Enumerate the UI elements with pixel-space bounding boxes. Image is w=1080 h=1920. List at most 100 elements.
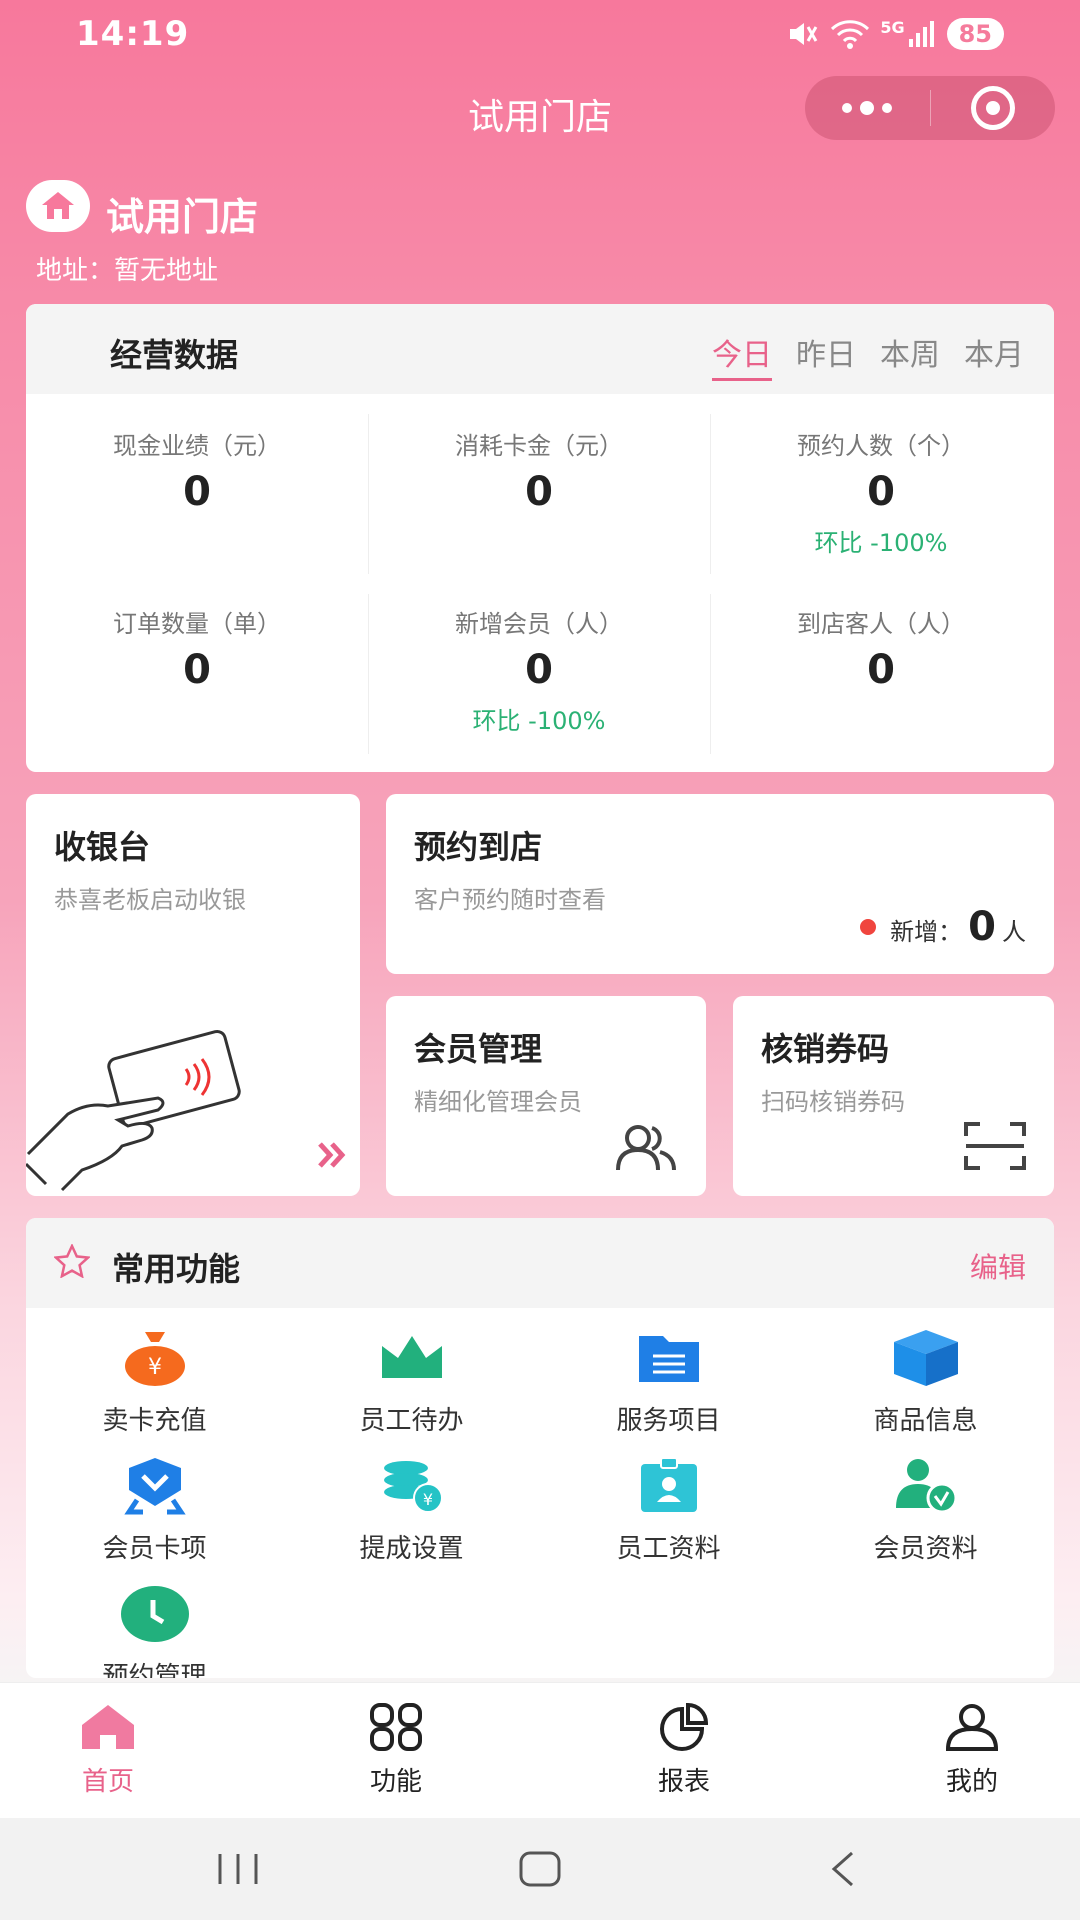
period-tabs: 今日 昨日 本周 本月 (712, 330, 1024, 381)
folder-icon (638, 1336, 699, 1382)
back-icon[interactable] (828, 1850, 858, 1888)
tab-this-week[interactable]: 本周 (880, 330, 940, 381)
grid-icon (370, 1703, 422, 1751)
func-label: 员工资料 (616, 1534, 721, 1564)
tab-functions[interactable]: 功能 (326, 1703, 466, 1798)
new-count-unit: 人 (1002, 918, 1026, 946)
close-program-button[interactable] (931, 76, 1056, 140)
pie-chart-icon (660, 1702, 709, 1751)
metric-appointments: 预约人数（个） 0 环比 -100% (710, 426, 1052, 558)
home-icon (82, 1705, 134, 1749)
scan-icon (964, 1122, 1026, 1170)
tab-this-month[interactable]: 本月 (964, 330, 1024, 381)
more-button[interactable] (805, 76, 930, 140)
store-home-icon (26, 180, 90, 232)
func-service-items[interactable]: 服务项目 (540, 1328, 797, 1437)
func-label: 卖卡充值 (102, 1406, 207, 1436)
star-icon (54, 1244, 90, 1278)
edit-button[interactable]: 编辑 (970, 1246, 1026, 1286)
func-product-info[interactable]: 商品信息 (797, 1328, 1054, 1437)
common-functions-card: 常用功能 编辑 ¥ 卖卡充值 员工待办 服务项目 商品信息 会员卡项 ¥ 提成设… (26, 1218, 1054, 1678)
signal-icon (908, 21, 934, 47)
func-commission-settings[interactable]: ¥ 提成设置 (283, 1456, 540, 1565)
red-dot-icon (860, 919, 877, 935)
func-sell-card-recharge[interactable]: ¥ 卖卡充值 (26, 1328, 283, 1437)
member-check-icon (895, 1459, 957, 1514)
network-label: 5G (880, 17, 905, 37)
metric-value: 0 (867, 469, 895, 515)
store-address: 地址：暂无地址 (36, 256, 219, 286)
business-data-card: 经营数据 今日 昨日 本周 本月 现金业绩（元） 0 消耗卡金（元） 0 预约人… (26, 304, 1054, 772)
status-icons: 5G 85 (786, 18, 1004, 50)
new-label: 新增： (890, 918, 963, 946)
metric-label: 现金业绩（元） (113, 432, 281, 460)
target-icon (970, 86, 1015, 130)
more-dots-icon (842, 101, 893, 115)
recent-apps-icon[interactable] (216, 1852, 260, 1886)
metric-new-members: 新增会员（人） 0 环比 -100% (368, 604, 710, 736)
id-card-icon (640, 1457, 697, 1512)
battery-indicator: 85 (946, 18, 1004, 50)
cashier-card[interactable]: 收银台 恭喜老板启动收银 (26, 794, 360, 1196)
member-management-title: 会员管理 (414, 1030, 543, 1068)
mini-program-capsule (805, 76, 1055, 140)
mute-icon (790, 23, 818, 45)
cashier-subtitle: 恭喜老板启动收银 (54, 886, 246, 914)
func-member-profile[interactable]: 会员资料 (797, 1456, 1054, 1565)
badge-icon (123, 1458, 186, 1515)
tab-yesterday[interactable]: 昨日 (796, 330, 856, 381)
status-time: 14:19 (76, 14, 190, 54)
func-label: 提成设置 (359, 1534, 464, 1564)
appointment-card[interactable]: 预约到店 客户预约随时查看 新增： 0 人 (386, 794, 1054, 974)
tab-label: 报表 (657, 1767, 710, 1797)
tab-label: 首页 (81, 1767, 134, 1797)
func-label: 会员资料 (873, 1534, 978, 1564)
metric-compare: 环比 -100% (814, 529, 948, 557)
tab-label: 我的 (945, 1767, 998, 1797)
member-management-card[interactable]: 会员管理 精细化管理会员 (386, 996, 706, 1196)
tab-label: 功能 (369, 1767, 422, 1797)
home-button-icon[interactable] (518, 1850, 562, 1888)
func-member-card-items[interactable]: 会员卡项 (26, 1456, 283, 1565)
verify-coupon-card[interactable]: 核销券码 扫码核销券码 (733, 996, 1054, 1196)
tab-home[interactable]: 首页 (38, 1703, 178, 1798)
svg-text:¥: ¥ (422, 1490, 432, 1509)
crown-icon (381, 1336, 442, 1378)
new-count-value: 0 (968, 904, 996, 950)
cashier-title: 收银台 (54, 828, 151, 866)
tab-mine[interactable]: 我的 (902, 1703, 1042, 1798)
metric-label: 预约人数（个） (797, 432, 965, 460)
metric-label: 消耗卡金（元） (455, 432, 623, 460)
svg-text:¥: ¥ (148, 1355, 162, 1380)
func-staff-profile[interactable]: 员工资料 (540, 1456, 797, 1565)
verify-coupon-subtitle: 扫码核销券码 (761, 1088, 905, 1116)
tab-reports[interactable]: 报表 (614, 1702, 754, 1798)
coins-icon: ¥ (383, 1461, 443, 1513)
verify-coupon-title: 核销券码 (761, 1030, 890, 1068)
box-icon (893, 1330, 958, 1386)
metric-value: 0 (525, 647, 553, 693)
metric-value: 0 (525, 469, 553, 515)
system-navigation-bar (0, 1818, 1080, 1920)
users-icon (616, 1125, 676, 1171)
money-bag-icon: ¥ (124, 1332, 185, 1386)
metric-cash-revenue: 现金业绩（元） 0 (26, 426, 368, 515)
metric-card-consumption: 消耗卡金（元） 0 (368, 426, 710, 515)
func-label: 会员卡项 (102, 1534, 207, 1564)
metric-label: 订单数量（单） (113, 610, 281, 638)
func-appointment-management[interactable]: 预约管理 (26, 1584, 283, 1678)
business-data-title: 经营数据 (110, 336, 239, 374)
func-label: 商品信息 (873, 1406, 978, 1436)
common-functions-title: 常用功能 (112, 1250, 241, 1288)
tab-today[interactable]: 今日 (712, 330, 772, 381)
metric-compare: 环比 -100% (472, 707, 606, 735)
func-label: 员工待办 (359, 1406, 464, 1436)
metric-visitors: 到店客人（人） 0 (710, 604, 1052, 693)
metric-label: 到店客人（人） (797, 610, 965, 638)
wifi-icon (831, 20, 870, 49)
double-chevron-right-icon (318, 1142, 346, 1168)
func-label: 预约管理 (102, 1662, 207, 1678)
store-name[interactable]: 试用门店 (106, 186, 258, 241)
func-staff-todo[interactable]: 员工待办 (283, 1328, 540, 1437)
user-icon (945, 1704, 999, 1751)
